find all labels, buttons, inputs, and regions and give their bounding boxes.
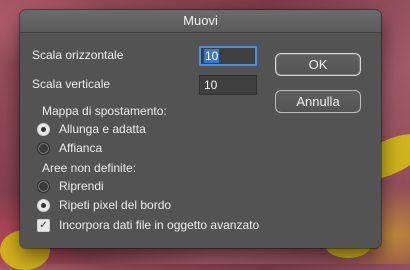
displacement-map-heading: Mappa di spostamento: xyxy=(42,104,167,118)
horizontal-scale-value: 10 xyxy=(204,49,220,63)
undefined-areas-heading: Aree non definite: xyxy=(42,161,137,175)
displace-dialog: Muovi Scala orizzontale 10 Scala vertica… xyxy=(20,10,381,248)
option-stretch-to-fit-label: Allunga e adatta xyxy=(59,122,146,136)
vertical-scale-field[interactable]: 10 xyxy=(199,75,257,95)
horizontal-scale-label: Scala orizzontale xyxy=(32,48,124,62)
vertical-scale-value: 10 xyxy=(204,78,218,92)
option-tile-label: Affianca xyxy=(59,141,103,155)
embed-checkbox[interactable]: ✓ xyxy=(37,219,50,232)
radio-tile[interactable] xyxy=(37,142,50,155)
option-wrap-around-label: Riprendi xyxy=(59,179,104,193)
option-repeat-edge-pixels-label: Ripeti pixel del bordo xyxy=(59,198,172,212)
dialog-title: Muovi xyxy=(20,10,381,33)
ok-button[interactable]: OK xyxy=(275,53,361,76)
radio-repeat-edge-pixels[interactable] xyxy=(37,199,50,212)
horizontal-scale-field[interactable]: 10 xyxy=(199,46,257,66)
vertical-scale-label: Scala verticale xyxy=(32,77,111,91)
radio-stretch-to-fit[interactable] xyxy=(37,123,50,136)
cancel-button[interactable]: Annulla xyxy=(275,90,361,113)
radio-wrap-around[interactable] xyxy=(37,180,50,193)
embed-checkbox-label: Incorpora dati file in oggetto avanzato xyxy=(59,218,260,232)
